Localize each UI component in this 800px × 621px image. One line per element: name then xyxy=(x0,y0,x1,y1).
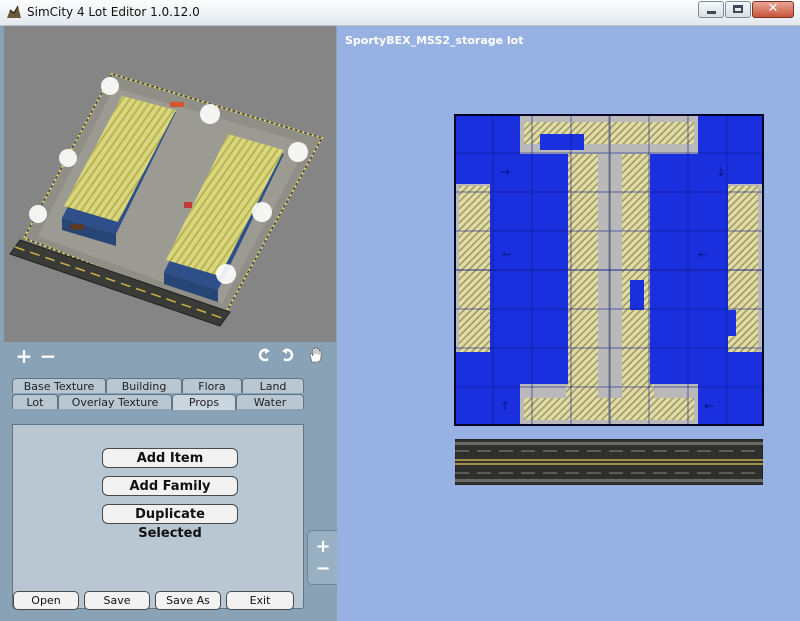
svg-text:↑: ↑ xyxy=(500,399,510,413)
svg-text:→: → xyxy=(500,165,510,179)
zoom-in-button[interactable]: + xyxy=(314,538,332,556)
svg-text:←: ← xyxy=(704,399,714,413)
svg-text:↓: ↓ xyxy=(716,165,726,179)
close-button[interactable]: ✕ xyxy=(752,1,794,18)
hand-icon xyxy=(309,347,322,363)
save-button[interactable]: Save xyxy=(84,591,150,610)
tool-tabs: Base Texture Building Flora Land Lot Ove… xyxy=(4,372,336,621)
tab-base-texture[interactable]: Base Texture xyxy=(12,378,106,393)
lot-editor-window: SimCity 4 Lot Editor 1.0.12.0 ✕ + − Base… xyxy=(0,0,800,621)
rotate-left-icon xyxy=(258,348,270,362)
rotate-left-button[interactable] xyxy=(254,346,274,368)
maximize-icon xyxy=(733,5,743,13)
svg-text:←: ← xyxy=(502,248,511,261)
tab-overlay-texture[interactable]: Overlay Texture xyxy=(58,394,172,409)
duplicate-selected-button[interactable]: Duplicate Selected xyxy=(102,504,238,541)
add-item-button[interactable]: Add Item xyxy=(102,448,238,468)
tab-lot[interactable]: Lot xyxy=(12,394,58,409)
add-button[interactable]: + xyxy=(14,346,34,368)
tab-land[interactable]: Land xyxy=(242,378,304,393)
zoom-controls: + − xyxy=(307,530,337,585)
add-family-button[interactable]: Add Family xyxy=(102,476,238,496)
maximize-button[interactable] xyxy=(725,1,751,18)
lot-3d-preview[interactable] xyxy=(4,26,336,342)
left-panel: + − Base Texture Building Flora Land Lot… xyxy=(0,26,337,621)
close-icon: ✕ xyxy=(767,1,779,16)
rotate-right-icon xyxy=(282,348,294,362)
tab-water[interactable]: Water xyxy=(236,394,304,409)
lot-top-view[interactable]: SportyBEX_MSS2_storage lot → ↑ ↓ ← ← ← xyxy=(337,26,800,621)
remove-button[interactable]: − xyxy=(38,346,58,368)
preview-toolbar: + − xyxy=(4,344,336,372)
exit-button[interactable]: Exit xyxy=(226,591,294,610)
props-tab-panel: Add Item Add Family Duplicate Selected xyxy=(12,424,304,609)
open-button[interactable]: Open xyxy=(13,591,79,610)
tab-building[interactable]: Building xyxy=(106,378,182,393)
window-controls: ✕ xyxy=(697,1,794,19)
svg-text:←: ← xyxy=(698,248,707,261)
preview-render xyxy=(9,72,324,327)
zoom-out-button[interactable]: − xyxy=(314,560,332,578)
tab-props[interactable]: Props xyxy=(172,394,236,410)
title-bar[interactable]: SimCity 4 Lot Editor 1.0.12.0 ✕ xyxy=(0,0,800,26)
tab-flora[interactable]: Flora xyxy=(182,378,242,393)
save-as-button[interactable]: Save As xyxy=(155,591,221,610)
lot-name-label: SportyBEX_MSS2_storage lot xyxy=(345,34,524,47)
minimize-icon xyxy=(707,11,716,14)
app-icon xyxy=(7,5,21,18)
minimize-button[interactable] xyxy=(698,1,724,18)
rotate-right-button[interactable] xyxy=(278,346,298,368)
street-road xyxy=(455,439,763,485)
pan-button[interactable] xyxy=(306,346,326,368)
lot-layout-map[interactable]: → ↑ ↓ ← ← ← xyxy=(454,114,764,426)
window-title: SimCity 4 Lot Editor 1.0.12.0 xyxy=(27,5,200,19)
